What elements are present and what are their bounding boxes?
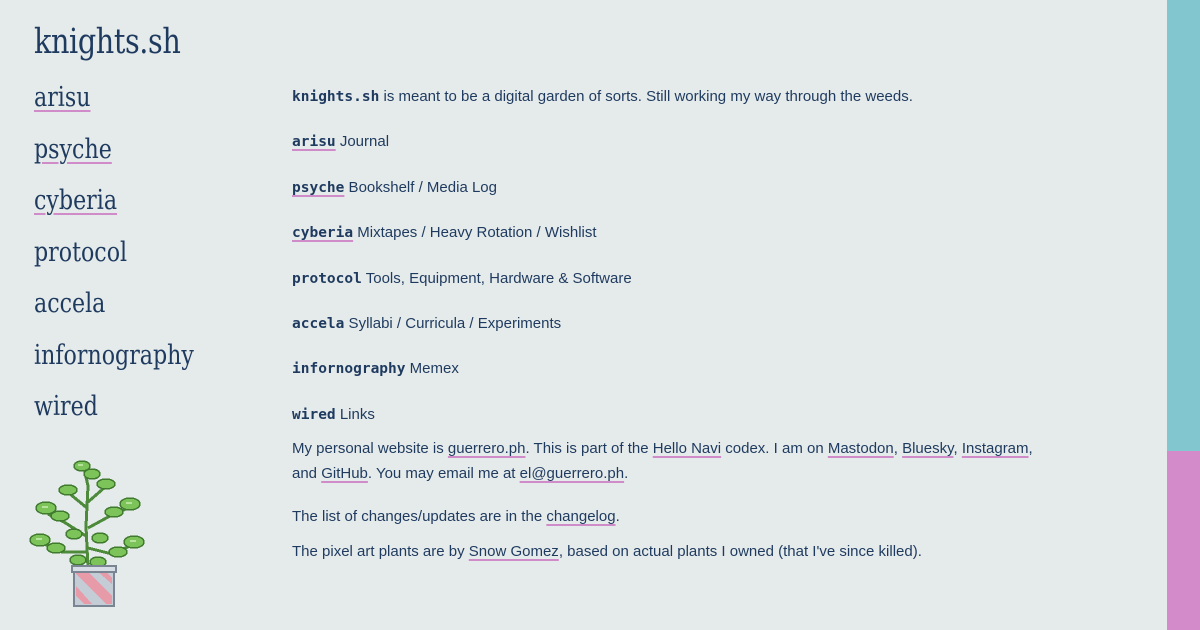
section-link-protocol[interactable]: protocol [292,271,362,287]
about-text-7: . [624,464,629,482]
nav-link-accela[interactable]: accela [34,284,105,324]
github-link[interactable]: GitHub [321,465,368,482]
section-row-psyche: psyche Bookshelf / Media Log [292,175,1122,220]
nav-item-cyberia: cyberia [34,181,229,233]
accent-bar-teal [1167,0,1200,451]
section-row-arisu: arisu Journal [292,129,1122,174]
section-link-psyche[interactable]: psyche [292,180,344,196]
changes-text-2: . [615,507,620,525]
section-link-accela[interactable]: accela [292,316,344,332]
nav-link-psyche[interactable]: psyche [34,130,112,170]
section-desc-psyche: Bookshelf / Media Log [344,178,497,196]
changelog-link[interactable]: changelog [546,508,615,525]
nav-item-arisu: arisu [34,78,229,130]
section-desc-protocol: Tools, Equipment, Hardware & Software [361,269,632,287]
nav-item-protocol: protocol [34,233,229,285]
section-link-infornography[interactable]: infornography [292,361,406,377]
section-desc-arisu: Journal [335,133,390,151]
section-row-cyberia: cyberia Mixtapes / Heavy Rotation / Wish… [292,220,1122,265]
sidebar-nav: arisu psyche cyberia protocol accela inf… [34,78,229,439]
about-paragraph: My personal website is guerrero.ph. This… [292,436,1122,504]
nav-link-arisu[interactable]: arisu [34,78,90,118]
nav-link-infornography[interactable]: infornography [34,336,194,376]
nav-link-protocol[interactable]: protocol [34,233,127,273]
intro-site-name: knights.sh [292,89,380,105]
about-text-5: and [292,464,322,482]
site-title[interactable]: knights.sh [34,22,181,62]
email-link[interactable]: el@guerrero.ph [520,465,624,482]
personal-site-link[interactable]: guerrero.ph [448,440,526,457]
accent-bar-pink [1167,451,1200,630]
about-text-6: . You may email me at [367,464,520,482]
about-text-4: , [1028,439,1033,457]
pixel-plant-image [29,460,145,607]
about-text-3: codex. I am on [721,439,828,457]
section-desc-cyberia: Mixtapes / Heavy Rotation / Wishlist [353,224,597,242]
mastodon-link[interactable]: Mastodon [828,440,894,457]
about-text-1: My personal website is [292,439,448,457]
about-comma-1: , [893,439,903,457]
nav-item-wired: wired [34,387,229,439]
section-row-infornography: infornography Memex [292,356,1122,401]
main-content: knights.sh is meant to be a digital gard… [292,84,1122,564]
bluesky-link[interactable]: Bluesky [902,440,953,457]
nav-item-infornography: infornography [34,336,229,388]
intro-text: is meant to be a digital garden of sorts… [379,88,913,105]
section-desc-wired: Links [335,405,375,423]
section-row-accela: accela Syllabi / Curricula / Experiments [292,311,1122,356]
section-link-wired[interactable]: wired [292,407,336,423]
section-row-wired: wired Links [292,402,1122,436]
section-desc-accela: Syllabi / Curricula / Experiments [344,314,562,332]
intro-row: knights.sh is meant to be a digital gard… [292,84,1122,129]
nav-item-psyche: psyche [34,130,229,182]
sidebar: knights.sh arisu psyche cyberia protocol… [0,0,260,630]
artist-link[interactable]: Snow Gomez [469,543,559,560]
credits-text-2: , based on actual plants I owned (that I… [558,542,922,560]
section-desc-infornography: Memex [405,360,459,378]
nav-link-cyberia[interactable]: cyberia [34,181,117,221]
instagram-link[interactable]: Instagram [962,440,1029,457]
changes-paragraph: The list of changes/updates are in the c… [292,504,1122,539]
section-row-protocol: protocol Tools, Equipment, Hardware & So… [292,266,1122,311]
changes-text-1: The list of changes/updates are in the [292,507,547,525]
nav-item-accela: accela [34,284,229,336]
section-link-arisu[interactable]: arisu [292,134,336,150]
about-comma-2: , [953,439,962,457]
credits-paragraph: The pixel art plants are by Snow Gomez, … [292,539,1122,564]
nav-link-wired[interactable]: wired [34,387,98,427]
about-text-2: . This is part of the [525,439,653,457]
section-link-cyberia[interactable]: cyberia [292,225,353,241]
credits-text-1: The pixel art plants are by [292,542,469,560]
hello-navi-link[interactable]: Hello Navi [653,440,721,457]
